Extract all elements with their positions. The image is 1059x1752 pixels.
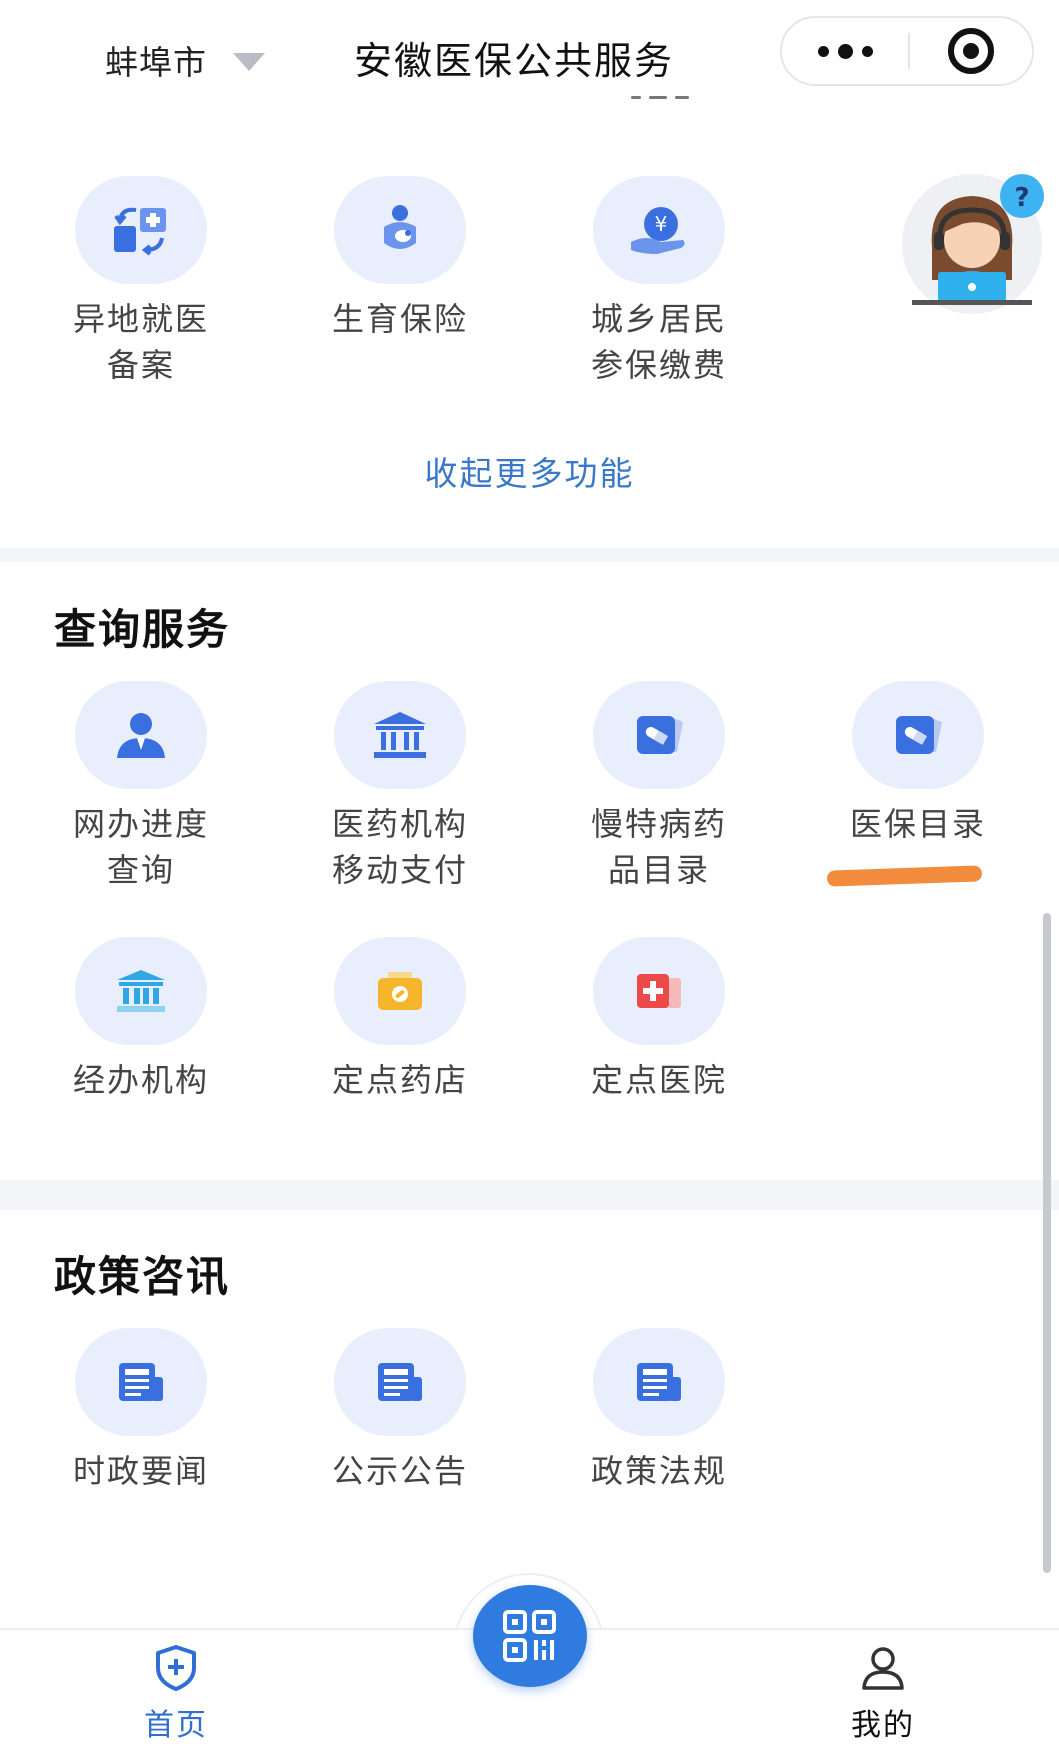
service-icon-circle — [75, 176, 207, 284]
service-label: 定点医院 — [590, 1061, 727, 1099]
customer-service-avatar-icon: ? — [902, 174, 1044, 314]
svg-text:¥: ¥ — [655, 212, 668, 236]
service-icon-circle: ¥ — [593, 176, 725, 284]
service-label: 慢特病药 品目录 — [590, 805, 727, 889]
policy-regulations[interactable]: 政策法规 — [539, 1328, 779, 1494]
query-insurance-catalog[interactable]: 医保目录 — [798, 681, 1038, 847]
service-label: 异地就医 备案 — [72, 300, 209, 384]
pharmacy-icon — [378, 972, 422, 1010]
svg-text:?: ? — [1014, 183, 1029, 213]
more-dot-icon — [837, 43, 853, 59]
service-icon-circle — [593, 681, 725, 789]
bank-icon — [117, 970, 165, 1012]
city-label: 蚌埠市 — [105, 43, 207, 82]
service-label: 时政要闻 — [72, 1452, 209, 1490]
customer-service-button[interactable]: ? — [892, 170, 1052, 315]
service-label: 医保目录 — [849, 805, 986, 843]
page-title: 安徽医保公共服务 — [354, 39, 675, 83]
section-divider — [0, 1180, 1059, 1210]
yuan-hand-icon: ¥ — [631, 207, 685, 254]
app-page: 蚌埠市 安徽医保公共服务 异地就医 备案 生育保险 ¥ 城乡居民 参保缴费 ? … — [0, 0, 1059, 1752]
service-label: 网办进度 查询 — [72, 805, 209, 889]
institution-icon — [374, 712, 426, 758]
target-icon — [948, 28, 994, 74]
orange-highlight-mark — [826, 865, 983, 887]
policy-news-title: 政策咨讯 — [54, 1252, 231, 1301]
city-selector[interactable]: 蚌埠市 — [105, 36, 265, 84]
service-icon-circle — [334, 176, 466, 284]
service-icon-circle — [75, 681, 207, 789]
user-icon — [862, 1647, 904, 1690]
clipped-text-fragment — [625, 94, 695, 110]
pill-icon — [896, 716, 942, 754]
query-online-progress[interactable]: 网办进度 查询 — [21, 681, 261, 893]
service-icon-circle — [75, 1328, 207, 1436]
query-institution-mobile-pay[interactable]: 医药机构 移动支付 — [280, 681, 520, 893]
service-label: 经办机构 — [72, 1061, 209, 1099]
pill-icon — [637, 716, 683, 754]
top-nav-bar: 蚌埠市 安徽医保公共服务 — [0, 0, 1059, 110]
maternity-icon — [384, 205, 416, 249]
more-menu-button[interactable] — [782, 18, 908, 84]
service-label: 定点药店 — [331, 1061, 468, 1099]
service-maternity-insurance[interactable]: 生育保险 — [280, 176, 520, 342]
query-designated-hospital[interactable]: 定点医院 — [539, 937, 779, 1103]
close-miniprogram-button[interactable] — [910, 18, 1032, 84]
miniprogram-capsule — [780, 16, 1034, 86]
tab-home-label: 首页 — [144, 1708, 208, 1743]
service-resident-insurance-payment[interactable]: ¥ 城乡居民 参保缴费 — [539, 176, 779, 388]
qr-code-icon — [503, 1610, 556, 1662]
service-remote-medical-filing[interactable]: 异地就医 备案 — [21, 176, 261, 388]
service-icon-circle — [334, 937, 466, 1045]
service-label: 政策法规 — [590, 1452, 727, 1490]
policy-current-affairs[interactable]: 时政要闻 — [21, 1328, 261, 1494]
tab-home[interactable]: 首页 — [96, 1644, 256, 1744]
scrollbar[interactable] — [1043, 913, 1051, 1573]
service-label: 公示公告 — [331, 1452, 468, 1490]
transfer-medical-icon — [114, 207, 166, 256]
service-icon-circle — [593, 937, 725, 1045]
service-icon-circle — [334, 681, 466, 789]
shield-plus-icon — [156, 1645, 196, 1691]
service-label: 城乡居民 参保缴费 — [590, 300, 727, 384]
query-designated-pharmacy[interactable]: 定点药店 — [280, 937, 520, 1103]
policy-public-notice[interactable]: 公示公告 — [280, 1328, 520, 1494]
tab-mine[interactable]: 我的 — [803, 1644, 963, 1744]
service-label: 生育保险 — [331, 300, 468, 338]
more-dot-icon — [817, 45, 829, 57]
tab-mine-label: 我的 — [851, 1708, 915, 1743]
query-chronic-drug-catalog[interactable]: 慢特病药 品目录 — [539, 681, 779, 893]
hospital-icon — [637, 974, 681, 1008]
query-services-title: 查询服务 — [54, 605, 231, 654]
scan-qr-button[interactable] — [473, 1585, 587, 1687]
service-icon-circle — [593, 1328, 725, 1436]
person-icon — [117, 713, 165, 758]
collapse-more-functions-link[interactable]: 收起更多功能 — [0, 447, 1059, 495]
section-divider — [0, 548, 1059, 562]
service-label: 医药机构 移动支付 — [331, 805, 468, 889]
query-handling-agency[interactable]: 经办机构 — [21, 937, 261, 1103]
dropdown-triangle-icon — [233, 53, 265, 71]
service-icon-circle — [852, 681, 984, 789]
service-icon-circle — [75, 937, 207, 1045]
news-icon — [637, 1363, 681, 1401]
news-icon — [378, 1363, 422, 1401]
news-icon — [119, 1363, 163, 1401]
service-icon-circle — [334, 1328, 466, 1436]
more-dot-icon — [861, 45, 873, 57]
